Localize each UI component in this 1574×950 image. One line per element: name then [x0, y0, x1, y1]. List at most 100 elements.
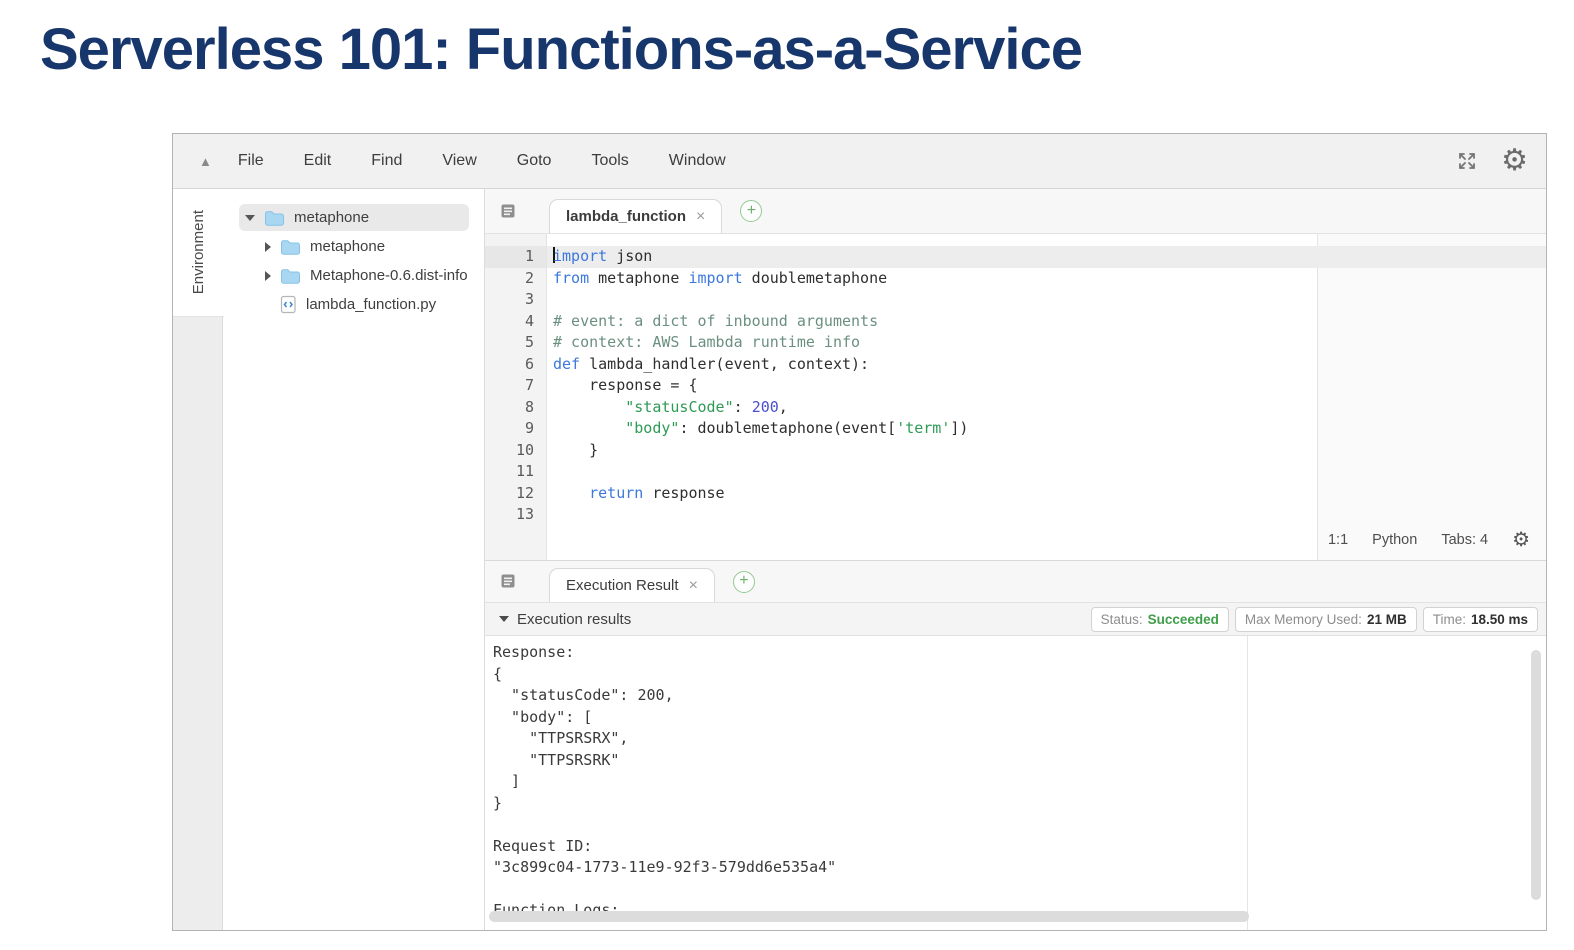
- tree-item-metaphone[interactable]: metaphone: [223, 203, 484, 232]
- collapse-panel-icon[interactable]: ▲: [199, 154, 212, 169]
- line-number: 11: [515, 462, 534, 480]
- settings-gear-icon[interactable]: ⚙: [1501, 146, 1528, 176]
- new-tab-button[interactable]: +: [732, 570, 755, 593]
- code-line: # event: a dict of inbound arguments: [553, 311, 879, 330]
- editor-tab-bar: lambda_function × +: [485, 189, 1546, 234]
- line-number: 12: [515, 483, 534, 502]
- status-badge-max-memory-used: Max Memory Used: 21 MB: [1234, 606, 1417, 632]
- side-strip: Environment: [173, 189, 224, 930]
- output-line: "3c899c04-1773-11e9-92f3-579dd6e535a4": [493, 858, 837, 876]
- line-number: 1: [485, 246, 546, 268]
- line-number: 5: [524, 333, 534, 351]
- badge-label: Max Memory Used:: [1244, 611, 1362, 627]
- cursor-position[interactable]: 1:1: [1328, 532, 1348, 548]
- line-number: 4: [524, 311, 534, 330]
- editor-status-bar: 1:1 Python Tabs: 4 ⚙: [1319, 526, 1538, 554]
- folder-icon: [280, 268, 301, 284]
- line-number: 3: [524, 290, 534, 308]
- badge-value: 21 MB: [1366, 611, 1407, 627]
- code-line: import json: [547, 246, 1546, 268]
- output-line: "TTPSRSRX",: [493, 729, 629, 747]
- line-number: 9: [524, 419, 534, 437]
- execution-output[interactable]: Response:{ "statusCode": 200, "body": [ …: [485, 636, 1546, 930]
- editor-pane: lambda_function × + 1 2 3 4 5 6 7 8 9 10 11 12 13 im…: [485, 189, 1546, 561]
- code-line: from metaphone import doublemetaphone: [553, 268, 888, 287]
- menu-item-window[interactable]: Window: [669, 152, 726, 169]
- tab-lambda-function[interactable]: lambda_function ×: [549, 199, 723, 233]
- tree-item-metaphone[interactable]: metaphone: [223, 232, 484, 261]
- status-badge-time: Time: 18.50 ms: [1422, 606, 1538, 632]
- tree-item-lambda-function-py[interactable]: lambda_function.py: [223, 290, 484, 319]
- chevron-down-icon[interactable]: [245, 214, 255, 221]
- tree-item-label: metaphone: [310, 238, 386, 255]
- chevron-right-icon[interactable]: [265, 241, 271, 252]
- menu-item-view[interactable]: View: [442, 152, 476, 169]
- menu-item-find[interactable]: Find: [371, 152, 402, 169]
- menu-item-goto[interactable]: Goto: [517, 152, 552, 169]
- menu-items: File Edit Find View Goto Tools Window: [238, 152, 766, 170]
- environment-tab[interactable]: Environment: [173, 189, 224, 317]
- execution-results-title: Execution results: [517, 610, 632, 628]
- horizontal-scrollbar[interactable]: [489, 911, 1249, 922]
- print-margin-line: [1247, 636, 1248, 930]
- menu-item-tools[interactable]: Tools: [591, 152, 628, 169]
- tab-execution-result-label: Execution Result: [566, 577, 679, 594]
- vertical-scrollbar[interactable]: [1531, 650, 1541, 900]
- menu-item-file[interactable]: File: [238, 152, 264, 169]
- tab-close-icon[interactable]: ×: [696, 208, 705, 226]
- tab-execution-result[interactable]: Execution Result ×: [549, 568, 715, 602]
- tree-item-label: metaphone: [294, 209, 370, 226]
- code-line: "statusCode": 200,: [625, 397, 788, 416]
- code-line: return response: [589, 483, 725, 502]
- menu-item-edit[interactable]: Edit: [304, 152, 332, 169]
- line-number: 2: [524, 268, 534, 287]
- collapse-section-icon[interactable]: [499, 616, 509, 622]
- line-number: 10: [515, 440, 534, 459]
- tree-item-metaphone-0-6-dist-info[interactable]: Metaphone-0.6.dist-info: [223, 261, 484, 290]
- execution-results-header: Execution results Status: Succeeded Max Me…: [485, 603, 1546, 636]
- line-number: 6: [524, 354, 534, 373]
- tab-close-icon[interactable]: ×: [689, 577, 698, 595]
- tab-size[interactable]: Tabs: 4: [1441, 532, 1488, 548]
- output-line: }: [493, 793, 503, 812]
- output-line: "body": [: [493, 707, 593, 726]
- chevron-right-icon[interactable]: [265, 270, 271, 281]
- code-line: "body": doublemetaphone(event['term']): [625, 419, 969, 437]
- code-area[interactable]: 1 2 3 4 5 6 7 8 9 10 11 12 13 import json from metaph…: [485, 234, 1546, 560]
- code-line: response = {: [553, 376, 698, 394]
- tab-list-icon[interactable]: [499, 203, 519, 220]
- output-line: "statusCode": 200,: [493, 686, 674, 704]
- code-line: # context: AWS Lambda runtime info: [553, 333, 861, 351]
- output-line: Request ID:: [493, 836, 593, 855]
- tab-list-icon[interactable]: [499, 573, 519, 590]
- code-line: def lambda_handler(event, context):: [553, 354, 870, 373]
- editor-settings-gear-icon[interactable]: ⚙: [1512, 530, 1530, 550]
- code-content[interactable]: import json from metaphone import doublem…: [547, 234, 1546, 560]
- editor-column: lambda_function × + 1 2 3 4 5 6 7 8 9 10 11 12 13 im…: [484, 189, 1546, 930]
- output-line: "TTPSRSRK": [493, 750, 620, 769]
- execution-pane: Execution Result × + Execution results S…: [485, 561, 1546, 930]
- status-badge-status: Status: Succeeded: [1090, 606, 1229, 632]
- new-tab-button[interactable]: +: [740, 200, 763, 222]
- badge-label: Time:: [1432, 611, 1466, 627]
- badge-label: Status:: [1100, 611, 1143, 627]
- output-line: ]: [493, 772, 521, 790]
- file-tree-panel: metaphone metaphone Metaphone-0.6.dist-inf…: [223, 189, 484, 930]
- execution-badges: Status: Succeeded Max Memory Used: 21 MB Tim…: [1090, 606, 1538, 632]
- ide-window: ▲ File Edit Find View Goto Tools Window ⚙ Envi…: [172, 133, 1547, 931]
- language-mode[interactable]: Python: [1372, 532, 1417, 548]
- badge-value: Succeeded: [1147, 611, 1219, 627]
- line-number: 13: [515, 505, 534, 523]
- slide-title: Serverless 101: Functions-as-a-Service: [40, 17, 1083, 82]
- fullscreen-icon[interactable]: [1455, 149, 1479, 173]
- execution-tab-bar: Execution Result × +: [485, 561, 1546, 603]
- menu-bar: ▲ File Edit Find View Goto Tools Window ⚙: [173, 134, 1546, 189]
- folder-icon: [264, 210, 285, 226]
- python-file-icon: [280, 295, 297, 314]
- line-number-gutter: 1 2 3 4 5 6 7 8 9 10 11 12 13: [485, 234, 547, 560]
- output-line: {: [493, 664, 503, 683]
